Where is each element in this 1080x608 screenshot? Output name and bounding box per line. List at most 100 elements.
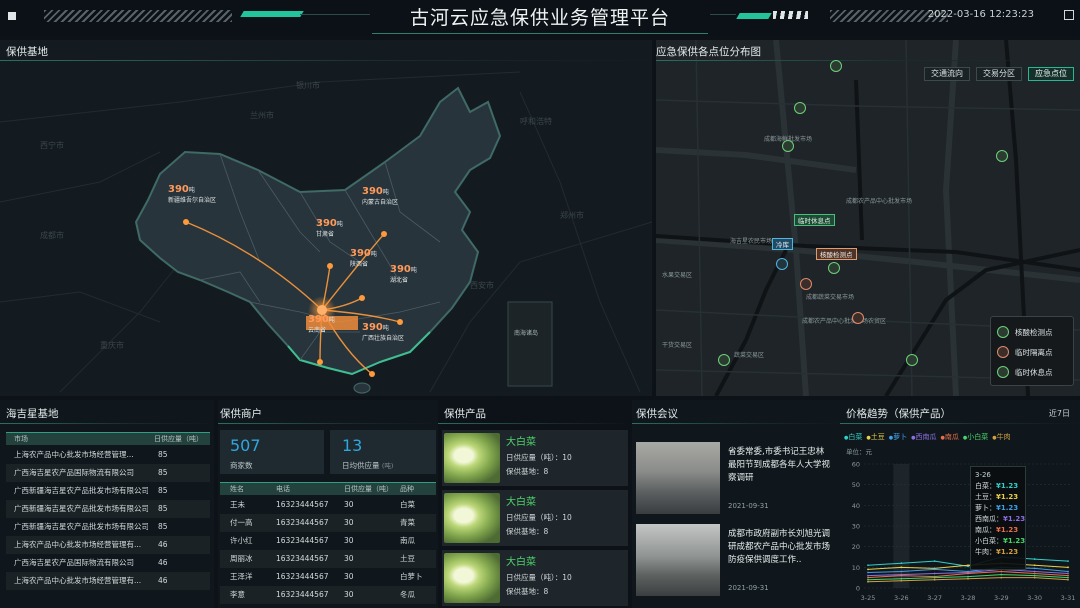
legend-item[interactable]: ●牛肉 — [992, 432, 1010, 442]
meetings-title: 保供会议 — [636, 408, 678, 420]
test-point-icon[interactable] — [794, 102, 806, 114]
legend-item[interactable]: ●土豆 — [866, 432, 884, 442]
table-row[interactable]: 王泽洋 16323444567 30 白萝卜 — [220, 568, 436, 586]
product-bases: 保供基地：8 — [506, 527, 549, 536]
meeting-item[interactable]: 成都市政府副市长刘旭光调研成都农产品中心批发市场防疫保供调度工作.. 2021-… — [636, 524, 836, 598]
page-title: 古河云应急保供业务管理平台 — [409, 7, 670, 29]
marker-neimenggu[interactable]: 390吨 内蒙古自治区 — [362, 186, 398, 207]
table-row[interactable]: 王未 16323444567 30 白菜 — [220, 496, 436, 514]
traffic-flow-button[interactable]: 交通流向 — [924, 67, 970, 81]
series-point — [1000, 576, 1003, 579]
map-legend: 核酸检测点 临时隔离点 临时休息点 — [990, 316, 1074, 386]
x-tick-label: 3-31 — [1061, 594, 1076, 602]
col-kind: 品种 — [400, 485, 414, 493]
table-row[interactable]: 广西新疆海吉星农产品批发市场有限公司 85 — [6, 518, 210, 536]
legend-label: 白菜 — [848, 433, 863, 441]
test-point-icon[interactable] — [906, 354, 918, 366]
bg-city-label: 重庆市 — [100, 341, 124, 350]
x-tick-label: 3-25 — [861, 594, 876, 602]
callout-rest-point[interactable]: 临时休息点 — [794, 214, 835, 226]
table-row[interactable]: 广西新疆海吉星农产品批发市场有限公司 85 — [6, 500, 210, 518]
col-supply: 日供应量（吨） — [154, 435, 203, 443]
price-chart: 0 10 20 30 40 50 60 3-25 3-26 3-27 3-28 3-29 3-30 3-3… — [852, 461, 1076, 603]
series-point — [1067, 574, 1069, 577]
marker-shaanxi[interactable]: 390吨 陕西省 — [350, 248, 377, 269]
merchant-kind: 土豆 — [400, 554, 415, 563]
series-point — [867, 568, 869, 571]
cold-storage-icon[interactable] — [776, 258, 788, 270]
marker-yunnan[interactable]: 390吨 云南省 — [308, 314, 335, 335]
series-point — [1067, 560, 1069, 563]
street-label: 干货交易区 — [662, 342, 693, 349]
table-row[interactable]: 周丽冰 16323444567 30 土豆 — [220, 550, 436, 568]
window-icon[interactable] — [1064, 10, 1074, 20]
marker-guangxi[interactable]: 390吨 广西壮族自治区 — [362, 322, 404, 343]
product-card[interactable]: 大白菜 日供应量（吨）：10 保供基地：8 — [442, 550, 628, 606]
period-selector[interactable]: 近7日 — [1049, 408, 1070, 419]
merchant-count-value: 507 — [230, 436, 261, 455]
y-tick-label: 10 — [852, 564, 860, 572]
test-point-icon[interactable] — [782, 140, 794, 152]
x-tick-label: 3-27 — [927, 594, 942, 602]
isolation-point-icon[interactable] — [800, 278, 812, 290]
product-name: 大白菜 — [506, 497, 536, 508]
test-point-icon[interactable] — [996, 150, 1008, 162]
table-row[interactable]: 许小红 16323444567 30 南瓜 — [220, 532, 436, 550]
products-title: 保供产品 — [444, 408, 486, 420]
bg-city-label: 呼和浩特 — [520, 117, 552, 126]
legend-item[interactable]: ●萝卜 — [889, 432, 907, 442]
merchant-qty: 30 — [344, 536, 354, 545]
market-name: 广西新疆海吉星农产品批发市场有限公司 — [14, 486, 148, 495]
table-row[interactable]: 广西海吉星农产品国际物流有限公司 46 — [6, 554, 210, 572]
marker-gansu[interactable]: 390吨 甘肃省 — [316, 218, 343, 239]
marker-hubei[interactable]: 390吨 湖北省 — [390, 264, 417, 285]
table-row[interactable]: 上海农产品中心批发市场经营管理有... 46 — [6, 572, 210, 590]
meeting-item[interactable]: 省委常委,市委书记王忠林最阳节到成都各年人大学视察调研 2021-09-31 — [636, 442, 836, 516]
test-point-icon[interactable] — [830, 60, 842, 72]
table-row[interactable]: 广西海吉星农产品国际物流有限公司 85 — [6, 464, 210, 482]
legend-label: 南瓜 — [944, 433, 959, 441]
callout-test-point[interactable]: 核酸检测点 — [816, 248, 857, 260]
tooltip-series: 牛肉： — [975, 548, 996, 556]
emergency-point-button[interactable]: 应急点位 — [1028, 67, 1074, 81]
price-trend-title: 价格趋势（保供产品） — [846, 408, 951, 420]
product-card[interactable]: 大白菜 日供应量（吨）：10 保供基地：8 — [442, 490, 628, 546]
merchant-header: 姓名 电话 日供应量（吨） 品种 — [220, 482, 436, 495]
street-label: 成都农产品中心批发市场 — [846, 198, 913, 205]
distribution-title: 应急保供各点位分布图 — [656, 46, 761, 58]
table-row[interactable]: 广西新疆海吉星农产品批发市场有限公司 85 — [6, 482, 210, 500]
legend-item[interactable]: ●白菜 — [844, 432, 862, 442]
marker-xinjiang[interactable]: 390吨 新疆维吾尔自治区 — [168, 184, 216, 205]
isolation-point-icon[interactable] — [852, 312, 864, 324]
table-row[interactable]: 上海农产品中心批发市场经营管理有... 46 — [6, 536, 210, 554]
bg-city-label: 银川市 — [296, 81, 320, 90]
y-tick-label: 30 — [852, 523, 860, 531]
marker-value: 390 — [390, 264, 411, 275]
y-tick-label: 50 — [852, 481, 860, 489]
market-name: 广西海吉星农产品国际物流有限公司 — [14, 558, 134, 567]
series-point — [867, 571, 869, 574]
callout-cold-storage[interactable]: 冷库 — [772, 238, 793, 250]
merchant-qty: 30 — [344, 554, 354, 563]
test-point-icon[interactable] — [718, 354, 730, 366]
table-row[interactable]: 付一高 16323444567 30 青菜 — [220, 514, 436, 532]
trade-zone-button[interactable]: 交易分区 — [976, 67, 1022, 81]
street-label: 水果交易区 — [662, 272, 693, 279]
merchant-phone: 16323444567 — [276, 518, 329, 527]
legend-item[interactable]: ●小白菜 — [963, 432, 988, 442]
avg-supply-box: 13 日均供应量 (吨) — [330, 430, 436, 474]
bg-city-label: 成都市 — [40, 231, 64, 240]
legend-item[interactable]: ●西南瓜 — [911, 432, 936, 442]
avg-supply-value: 13 — [342, 436, 363, 455]
series-point — [900, 570, 903, 573]
legend-item[interactable]: ●南瓜 — [941, 432, 959, 442]
rest-point-icon[interactable] — [828, 262, 840, 274]
y-tick-label: 40 — [852, 502, 860, 510]
table-row[interactable]: 上海农产品中心批发市场经营管理... 85 — [6, 446, 210, 464]
table-row[interactable]: 李意 16323444567 30 冬瓜 — [220, 586, 436, 604]
product-card[interactable]: 大白菜 日供应量（吨）：10 保供基地：8 — [442, 430, 628, 486]
map-mode-buttons: 交通流向 交易分区 应急点位 — [924, 67, 1074, 81]
merchant-name: 许小红 — [230, 536, 253, 545]
logo-mark — [8, 12, 16, 20]
merchant-phone: 16323444567 — [276, 536, 329, 545]
